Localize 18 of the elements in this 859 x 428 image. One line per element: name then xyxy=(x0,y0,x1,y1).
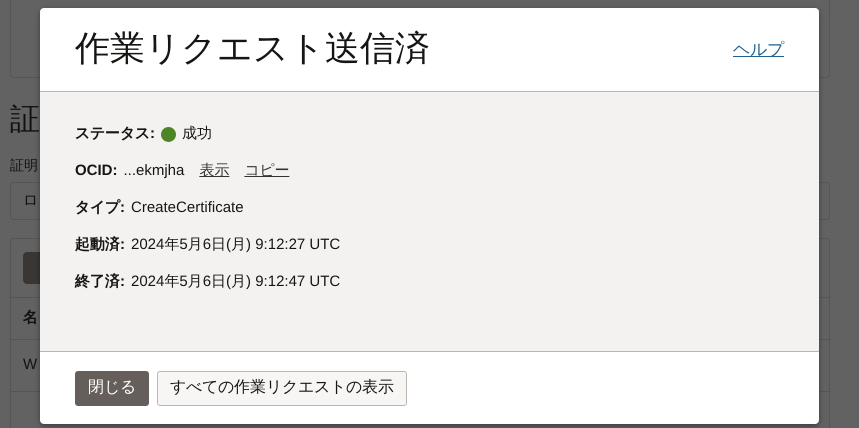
link[interactable]: 表示 xyxy=(199,160,230,183)
field-value: 2024年5月6日(月) 9:12:47 UTC xyxy=(131,272,340,292)
page-heading: 証 xyxy=(10,102,40,138)
field-value: ...ekmjha xyxy=(124,161,184,182)
close-button[interactable]: 閉じる xyxy=(75,370,149,406)
field-label: 終了済: xyxy=(75,272,125,292)
field-label: 起動済: xyxy=(75,235,125,256)
link[interactable]: コピー xyxy=(244,160,290,183)
field-label: タイプ: xyxy=(75,198,125,218)
dialog-title: 作業リクエスト送信済 xyxy=(75,28,430,70)
field-value: 成功 xyxy=(182,124,212,144)
help-link[interactable]: ヘルプ xyxy=(733,36,784,62)
field-value: CreateCertificate xyxy=(131,198,244,218)
field-label: 証明 xyxy=(10,156,38,175)
field-value: 2024年5月6日(月) 9:12:27 UTC xyxy=(131,235,340,256)
field-label: OCID: xyxy=(75,161,118,182)
view-all-button[interactable]: すべての作業リクエストの表示 xyxy=(157,370,407,406)
field-label: ステータス: xyxy=(75,124,155,144)
